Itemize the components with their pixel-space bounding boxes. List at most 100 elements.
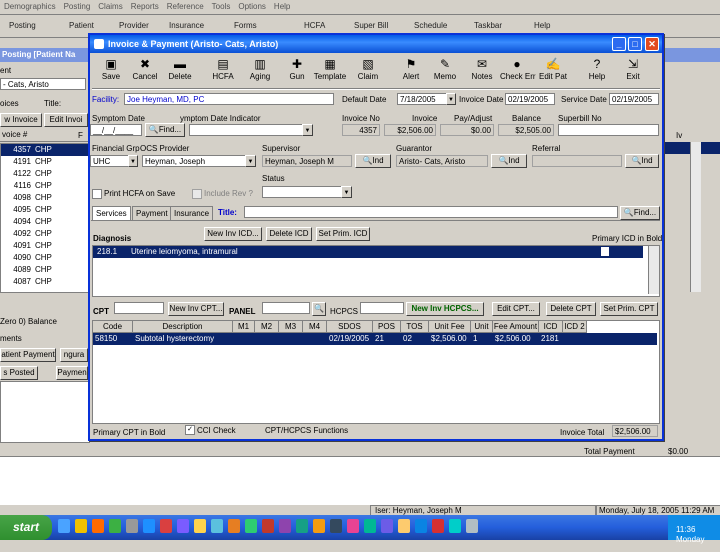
minimize-button[interactable]: _ <box>612 37 626 51</box>
memo-tool-button[interactable]: ✎ Memo <box>428 56 462 86</box>
symptom-date-field[interactable]: __/__/____ <box>90 124 142 136</box>
cci-check-checkbox[interactable]: ✓ <box>185 425 195 435</box>
save-tool-button[interactable]: ▣ Save <box>94 56 128 86</box>
menu-item[interactable]: Reports <box>127 0 163 13</box>
procedure-grid[interactable]: Code Description M1 M2 M3 M4 SDOS POS TOS Unit Fe… <box>92 320 660 424</box>
invoice-row[interactable]: 4087 CHP <box>1 276 89 288</box>
title-find-button[interactable]: 🔍Find... <box>620 206 660 220</box>
posted-tab[interactable]: s Posted <box>0 366 38 380</box>
quick-launch-icon[interactable] <box>466 519 478 533</box>
app-toolbar-item[interactable]: HCFA <box>301 18 328 34</box>
print-hcfa-checkbox[interactable] <box>92 189 102 199</box>
quick-launch-icon[interactable] <box>262 519 274 533</box>
invoice-row[interactable]: 4092 CHP <box>1 228 89 240</box>
ocs-provider-select[interactable]: Heyman, Joseph <box>142 155 256 167</box>
menu-item[interactable]: Options <box>234 0 270 13</box>
menu-item[interactable]: Reference <box>163 0 208 13</box>
invoice-row[interactable]: 4098 CHP <box>1 192 89 204</box>
alert-tool-button[interactable]: ⚑ Alert <box>394 56 428 86</box>
app-toolbar-item[interactable]: Forms <box>231 18 260 34</box>
new-inv-icd-button[interactable]: New Inv ICD... <box>204 227 262 241</box>
menu-item[interactable]: Help <box>270 0 294 13</box>
quick-launch-icon[interactable] <box>177 519 189 533</box>
quick-launch-icon[interactable] <box>279 519 291 533</box>
cancel-tool-button[interactable]: ✖ Cancel <box>128 56 162 86</box>
patient-payment-button[interactable]: atient Payment <box>0 348 56 362</box>
app-toolbar-item[interactable]: Patient <box>66 18 97 34</box>
invoice-row[interactable]: 4357 CHP <box>1 144 89 156</box>
quick-launch-icon[interactable] <box>364 519 376 533</box>
new-inv-hcpcs-button[interactable]: New Inv HCPCS... <box>406 302 484 316</box>
delete-cpt-button[interactable]: Delete CPT <box>546 302 596 316</box>
grid-column-header[interactable]: Fee Amount <box>493 321 539 333</box>
edit-cpt-button[interactable]: Edit CPT... <box>492 302 540 316</box>
invoice-row[interactable]: 4122 CHP <box>1 168 89 180</box>
grid-column-header[interactable]: Unit <box>471 321 493 333</box>
quick-launch-icon[interactable] <box>143 519 155 533</box>
grid-column-header[interactable]: Code <box>93 321 133 333</box>
template-tool-button[interactable]: ▦ Template <box>313 56 347 86</box>
financial-grp-dropdown[interactable]: ▼ <box>128 155 138 167</box>
cpt-input[interactable] <box>114 302 164 314</box>
check-err-tool-button[interactable]: ● Check Err <box>500 56 536 86</box>
quick-launch-icon[interactable] <box>330 519 342 533</box>
invoice-row[interactable]: 4116 CHP <box>1 180 89 192</box>
symptom-indicator-select[interactable] <box>189 124 313 136</box>
app-toolbar-item[interactable]: Help <box>531 18 553 34</box>
help-tool-button[interactable]: ? Help <box>580 56 614 86</box>
invoice-row[interactable]: 4089 CHP <box>1 264 89 276</box>
menu-item[interactable]: Claims <box>94 0 126 13</box>
grid-column-header[interactable]: ICD <box>539 321 563 333</box>
quick-launch-icon[interactable] <box>92 519 104 533</box>
status-select[interactable] <box>262 186 352 198</box>
diagnosis-row[interactable]: 218.1 Uterine leiomyoma, intramural <box>93 246 643 258</box>
supervisor-find-button[interactable]: 🔍Ind <box>355 154 391 168</box>
payments-list[interactable] <box>0 381 90 443</box>
quick-launch-icon[interactable] <box>449 519 461 533</box>
delete-tool-button[interactable]: ▬ Delete <box>163 56 197 86</box>
start-button[interactable]: start <box>0 515 52 540</box>
hcfa-tool-button[interactable]: ▤ HCFA <box>206 56 240 86</box>
quick-launch-icon[interactable] <box>381 519 393 533</box>
quick-launch-icon[interactable] <box>228 519 240 533</box>
menu-item[interactable]: Demographics <box>0 0 60 13</box>
payment-tab[interactable]: Paymen <box>56 366 88 380</box>
aging-tool-button[interactable]: ▥ Aging <box>243 56 277 86</box>
menu-item[interactable]: Posting <box>60 0 95 13</box>
quick-launch-icon[interactable] <box>313 519 325 533</box>
grid-column-header[interactable]: Description <box>133 321 233 333</box>
quick-launch-icon[interactable] <box>347 519 359 533</box>
service-date-field[interactable]: 02/19/2005 <box>609 93 659 105</box>
set-prim-icd-button[interactable]: Set Prim. ICD <box>316 227 370 241</box>
quick-launch-icon[interactable] <box>245 519 257 533</box>
exit-tool-button[interactable]: ⇲ Exit <box>616 56 650 86</box>
app-toolbar-item[interactable]: Provider <box>116 18 152 34</box>
quick-launch-icon[interactable] <box>296 519 308 533</box>
grid-column-header[interactable]: M2 <box>255 321 279 333</box>
quick-launch-icon[interactable] <box>58 519 70 533</box>
invoice-row[interactable]: 4191 CHP <box>1 156 89 168</box>
find-button[interactable]: 🔍Find... <box>145 123 185 137</box>
grid-column-header[interactable]: SDOS <box>327 321 373 333</box>
invoice-row[interactable]: 4094 CHP <box>1 216 89 228</box>
invoice-date-field[interactable]: 02/19/2005 <box>505 93 555 105</box>
quick-launch-icon[interactable] <box>160 519 172 533</box>
quick-launch-icon[interactable] <box>194 519 206 533</box>
quick-launch-icon[interactable] <box>126 519 138 533</box>
quick-launch-icon[interactable] <box>211 519 223 533</box>
diagnosis-list[interactable]: 218.1 Uterine leiomyoma, intramural <box>92 245 660 297</box>
quick-launch-icon[interactable] <box>398 519 410 533</box>
status-dropdown[interactable]: ▼ <box>341 186 352 198</box>
ocs-provider-dropdown[interactable]: ▼ <box>245 155 256 167</box>
edit-invoice-button[interactable]: Edit Invoi <box>44 113 88 127</box>
quick-launch-icon[interactable] <box>415 519 427 533</box>
view-invoice-button[interactable]: w Invoice <box>0 113 42 127</box>
tab-insurance[interactable]: Insurance <box>170 206 214 221</box>
app-toolbar-item[interactable]: Taskbar <box>471 18 505 34</box>
grid-column-header[interactable]: TOS <box>401 321 429 333</box>
invoice-row[interactable]: 4090 CHP <box>1 252 89 264</box>
app-toolbar-item[interactable]: Schedule <box>411 18 450 34</box>
invoice-row[interactable]: 4091 CHP <box>1 240 89 252</box>
referral-find-button[interactable]: 🔍Ind <box>625 154 659 168</box>
invoice-list[interactable]: 4357 CHP 4191 CHP 4122 CHP 4116 CHP 4098 CHP 4095 C… <box>0 143 90 293</box>
